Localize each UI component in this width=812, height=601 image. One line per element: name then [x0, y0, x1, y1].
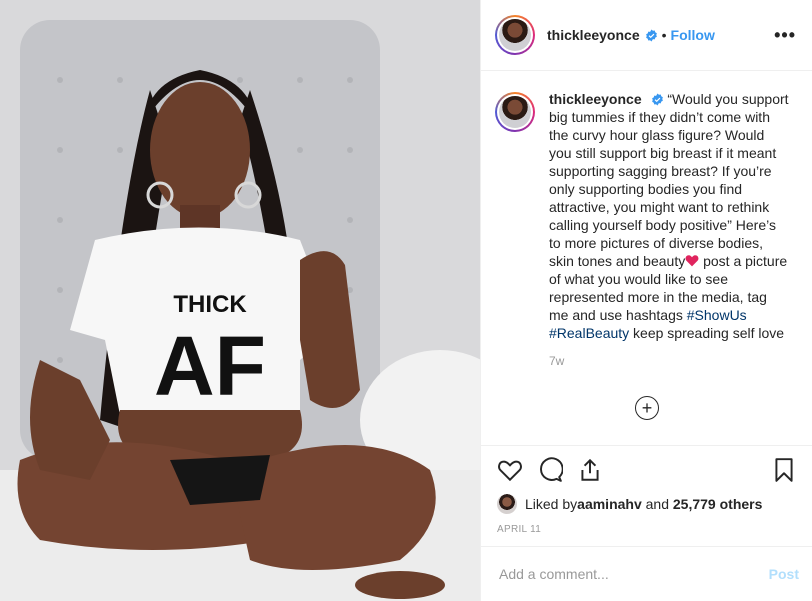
- hashtag-showus[interactable]: #ShowUs: [687, 307, 747, 323]
- post-photo-illustration: THICK AF: [0, 0, 480, 601]
- caption-body-part1: “Would you support big tummies if they d…: [549, 91, 789, 269]
- likes-summary: Liked by aaminahv and 25,779 others: [481, 494, 812, 514]
- avatar[interactable]: [495, 15, 535, 55]
- shirt-text-thick: THICK: [173, 291, 247, 318]
- comment-input[interactable]: [497, 565, 769, 583]
- post-actions: Liked by aaminahv and 25,779 others APRI…: [481, 445, 812, 535]
- caption-username[interactable]: thickleeyonce: [549, 91, 642, 107]
- caption-text: thickleeyonce “Would you support big tum…: [549, 90, 789, 370]
- comment-icon[interactable]: [537, 457, 563, 483]
- more-options-icon[interactable]: •••: [774, 25, 796, 46]
- caption-timestamp[interactable]: 7w: [549, 352, 789, 370]
- comment-bar: Post: [481, 546, 812, 601]
- caption-body-part3: keep spreading self love: [629, 325, 785, 341]
- verified-badge-icon: [645, 29, 657, 41]
- hashtag-realbeauty[interactable]: #RealBeauty: [549, 325, 629, 341]
- header-username[interactable]: thickleeyonce: [547, 27, 640, 43]
- caption-comment: thickleeyonce “Would you support big tum…: [495, 90, 800, 370]
- bookmark-icon[interactable]: [771, 457, 797, 483]
- shirt-text-af: AF: [154, 319, 266, 413]
- instagram-post-view: THICK AF thickleeyonce • Follow ••• thic…: [0, 0, 812, 601]
- post-comment-button[interactable]: Post: [769, 566, 799, 582]
- likes-count[interactable]: 25,779 others: [673, 496, 763, 512]
- likes-prefix: Liked by: [525, 496, 578, 512]
- post-sidebar: thickleeyonce • Follow ••• thickleeyonce…: [480, 0, 812, 601]
- verified-badge-icon: [651, 93, 663, 106]
- post-header: thickleeyonce • Follow •••: [481, 0, 812, 71]
- share-icon[interactable]: [577, 457, 603, 483]
- follow-button[interactable]: Follow: [671, 27, 715, 43]
- post-date[interactable]: APRIL 11: [481, 524, 812, 535]
- liker-avatar[interactable]: [497, 494, 517, 514]
- plus-circle-icon[interactable]: +: [635, 396, 659, 420]
- liked-by-user[interactable]: aaminahv: [577, 496, 642, 512]
- caption-avatar[interactable]: [495, 92, 535, 132]
- heart-icon[interactable]: [497, 457, 523, 483]
- separator-dot: •: [661, 27, 667, 43]
- action-icons-row: [481, 446, 812, 494]
- post-photo[interactable]: THICK AF: [0, 0, 480, 601]
- likes-middle: and: [641, 496, 673, 512]
- red-heart-emoji-icon: [685, 255, 699, 267]
